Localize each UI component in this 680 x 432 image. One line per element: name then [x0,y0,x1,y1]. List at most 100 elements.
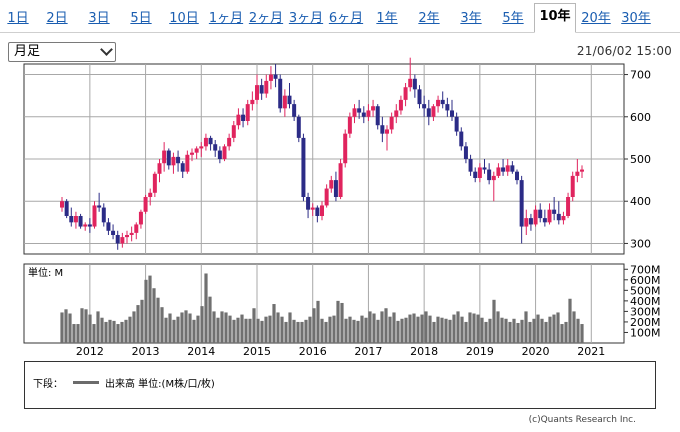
volume-bar [164,317,168,343]
volume-bar [444,318,448,343]
volume-bar [420,314,424,343]
volume-bar [568,298,572,343]
candle-body [157,163,162,174]
candle-body [459,131,464,147]
volume-bar [404,317,408,343]
candle-body [152,173,157,193]
x-tick-label: 2021 [577,345,605,358]
volume-bar [96,311,100,343]
volume-bar [316,300,320,343]
volume-bar [364,317,368,343]
candle-body [92,205,97,227]
volume-bar [144,279,148,343]
volume-bar [184,310,188,343]
candle-body [515,171,519,181]
candle-body [538,209,543,219]
volume-bar [100,317,104,343]
candle-body [450,110,454,117]
volume-bar [300,321,304,343]
volume-unit-label: 単位: M [28,266,63,279]
volume-bar [412,313,416,343]
candle-body [394,110,399,117]
y-tick-label: 500 [630,153,651,166]
candle-body [282,95,287,109]
volume-bar [432,321,436,343]
volume-bar [208,296,212,343]
volume-bar [580,324,584,343]
candle-body [227,137,232,147]
volume-bar [88,314,92,343]
volume-bar [256,318,260,343]
volume-bar [332,315,336,343]
candle-body [259,85,264,94]
volume-bar [276,312,280,343]
candle-body [542,218,547,223]
candle-body [473,171,478,178]
candle-body [60,201,64,208]
volume-bar [464,321,468,343]
volume-bar [232,319,236,343]
volume-bar [268,315,272,343]
volume-bar [536,314,540,343]
volume-bar [228,315,232,343]
candle-body [403,87,408,100]
candle-body [310,207,315,210]
volume-bar [528,321,532,343]
volume-bar [236,317,240,343]
volume-bar [372,313,376,343]
candle-body [301,137,306,197]
volume-bar [212,311,216,343]
legend-series-label: 出来高 単位:(M株/口/枚) [105,379,215,390]
candle-body [194,148,199,153]
candle-body [111,230,116,235]
volume-bar [440,317,444,343]
x-tick-label: 2012 [76,345,104,358]
candle-body [148,192,153,197]
candle-body [222,146,227,159]
candle-body [171,156,176,166]
volume-bar [508,321,512,343]
volume-bar [180,312,184,343]
volume-bar [272,304,276,343]
candle-body [125,235,129,238]
candle-body [87,224,92,227]
volume-bar [320,318,324,343]
candle-body [352,108,357,117]
candle-body [115,235,120,244]
candle-body [366,110,371,117]
candle-body [190,152,194,155]
volume-bar [292,319,296,343]
volume-bar [304,319,308,343]
volume-bar [244,318,248,343]
candle-body [445,104,450,111]
volume-bar [520,319,524,343]
volume-bar [176,316,180,343]
candle-body [436,99,441,107]
candle-body [250,99,255,105]
volume-bar [368,311,372,343]
volume-bar [252,308,256,343]
candle-body [203,137,208,147]
candle-body [106,222,111,231]
volume-bar [400,318,404,343]
x-tick-label: 2013 [132,345,160,358]
volume-bar [92,324,96,343]
volume-bar [64,309,68,343]
volume-bar [544,321,548,343]
volume-bar [532,318,536,343]
volume-bar [460,316,464,343]
candle-body [138,211,143,225]
volume-bar [436,316,440,343]
candle-body [129,232,134,235]
x-tick-label: 2016 [299,345,327,358]
candle-body [320,205,324,216]
candle-body [533,209,538,225]
candle-body [292,104,297,117]
candle-body [333,180,338,197]
volume-bar [260,320,264,343]
volume-bar [476,314,480,343]
candle-body [519,180,524,227]
candle-body [241,114,246,121]
candle-body [361,112,366,117]
volume-bar [328,316,332,343]
